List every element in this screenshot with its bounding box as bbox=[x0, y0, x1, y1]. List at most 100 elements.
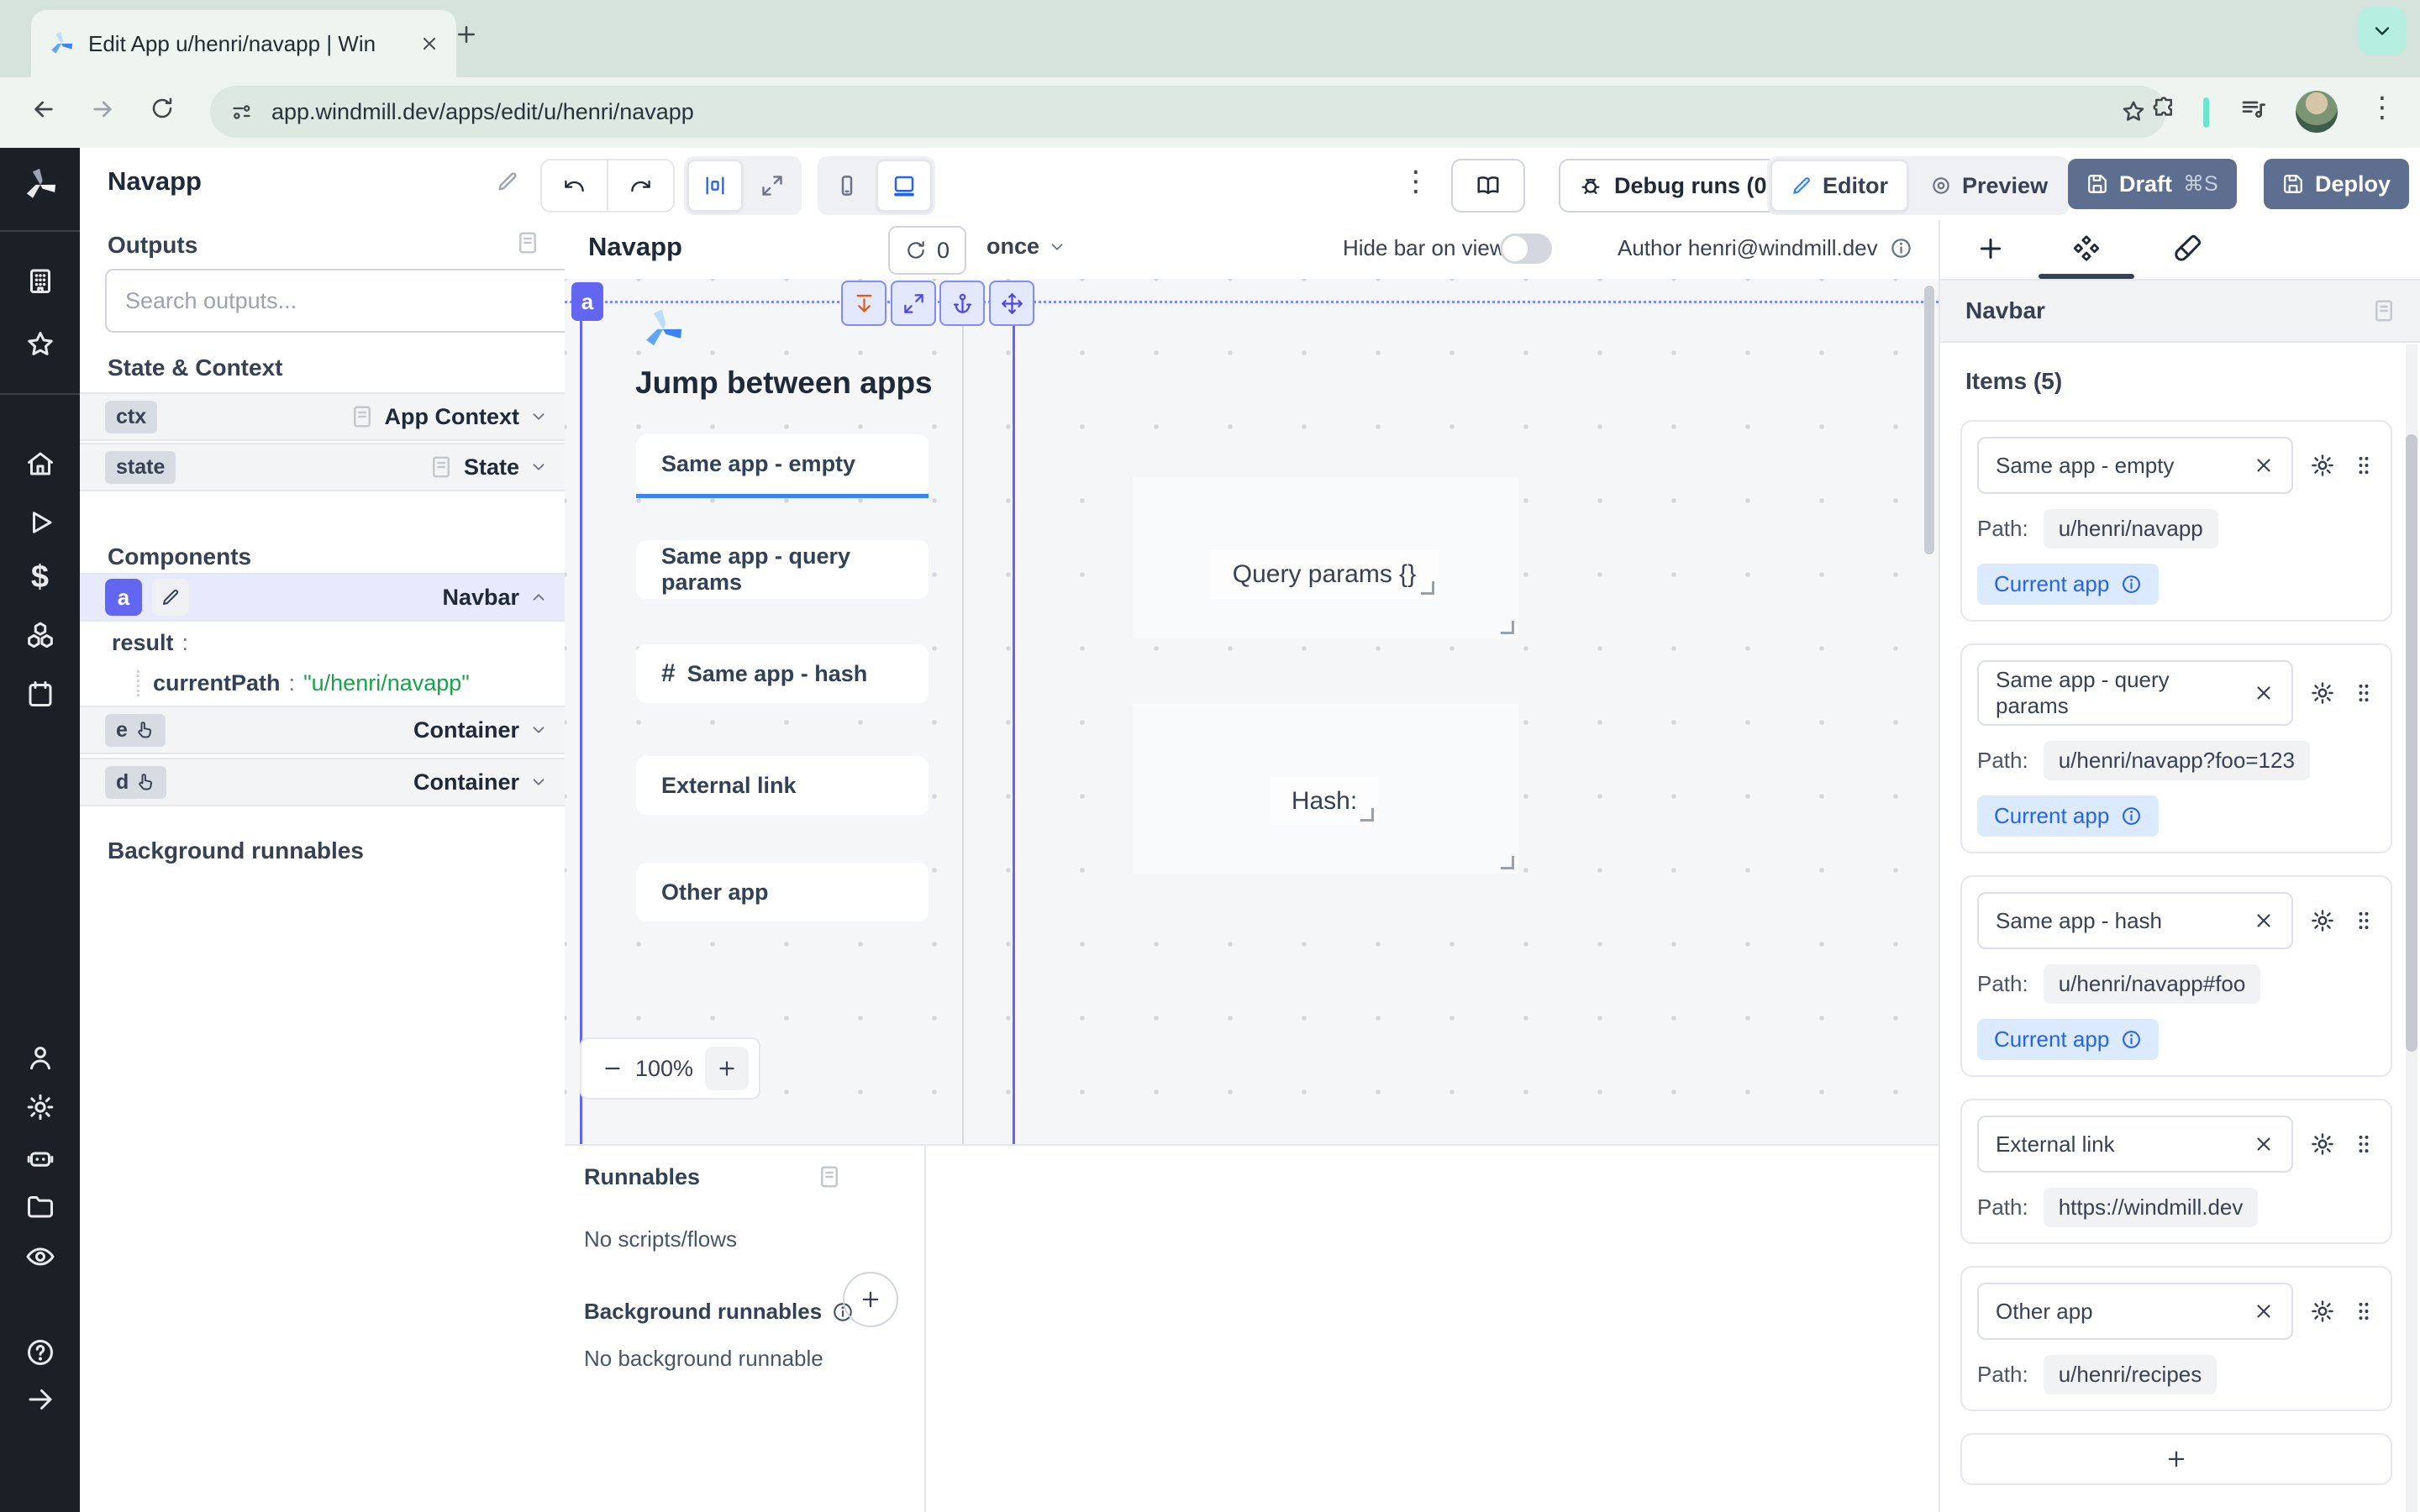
remove-item-icon[interactable] bbox=[2253, 910, 2275, 932]
navbar-chevron-icon[interactable] bbox=[529, 588, 548, 606]
current-app-info-icon[interactable] bbox=[2121, 806, 2142, 827]
expand-rail-icon[interactable] bbox=[0, 1384, 80, 1415]
back-icon[interactable] bbox=[30, 96, 57, 123]
state-row[interactable]: state State bbox=[80, 443, 565, 491]
audit-eye-icon[interactable] bbox=[0, 1242, 80, 1272]
folders-icon[interactable] bbox=[0, 1191, 80, 1221]
rename-pencil-icon[interactable] bbox=[496, 170, 519, 193]
variables-icon[interactable]: $ bbox=[0, 561, 80, 593]
item-label-field[interactable]: Same app - empty bbox=[1977, 437, 2293, 494]
container-d-chevron-icon[interactable] bbox=[529, 773, 548, 791]
item-label-field[interactable]: External link bbox=[1977, 1116, 2293, 1173]
runnables-doc-icon[interactable] bbox=[817, 1164, 842, 1189]
scroll-into-view-handle[interactable] bbox=[841, 281, 886, 326]
nav-button-other-app[interactable]: Other app bbox=[636, 863, 929, 921]
bookmark-star-icon[interactable] bbox=[2121, 99, 2146, 124]
expand-handle[interactable] bbox=[891, 281, 936, 326]
move-handle[interactable] bbox=[989, 281, 1034, 326]
workers-robot-icon[interactable] bbox=[0, 1143, 80, 1173]
url-bar[interactable]: app.windmill.dev/apps/edit/u/henri/navap… bbox=[210, 86, 2166, 138]
item-drag-handle-icon[interactable] bbox=[2352, 909, 2375, 932]
remove-item-icon[interactable] bbox=[2253, 682, 2275, 704]
resize-corner-icon[interactable] bbox=[1360, 808, 1374, 822]
runs-icon[interactable] bbox=[0, 507, 80, 538]
nav-button-external-link[interactable]: External link bbox=[636, 756, 929, 815]
item-drag-handle-icon[interactable] bbox=[2352, 454, 2375, 477]
hide-bar-toggle[interactable] bbox=[1500, 234, 1552, 264]
tab-close-icon[interactable] bbox=[419, 34, 439, 54]
remove-item-icon[interactable] bbox=[2253, 1300, 2275, 1322]
redo-button[interactable] bbox=[607, 160, 673, 211]
debug-runs-button[interactable]: Debug runs (0) bbox=[1559, 159, 1795, 213]
ctx-chevron-icon[interactable] bbox=[529, 407, 548, 426]
nav-button-same-app-empty[interactable]: Same app - empty bbox=[636, 434, 929, 493]
reload-icon[interactable] bbox=[150, 96, 175, 121]
forward-icon[interactable] bbox=[89, 96, 116, 123]
undo-button[interactable] bbox=[542, 160, 607, 211]
site-settings-icon[interactable] bbox=[230, 101, 253, 123]
browser-tab[interactable]: Edit App u/henri/navapp | Win bbox=[31, 10, 456, 77]
mobile-view-button[interactable] bbox=[821, 161, 873, 210]
resize-corner-icon[interactable] bbox=[1421, 581, 1434, 595]
add-background-runnable-button[interactable] bbox=[843, 1272, 898, 1327]
item-drag-handle-icon[interactable] bbox=[2352, 1299, 2375, 1323]
component-row-navbar[interactable]: a Navbar bbox=[80, 573, 565, 622]
item-drag-handle-icon[interactable] bbox=[2352, 1132, 2375, 1156]
query-params-container[interactable]: Query params {} bbox=[1133, 477, 1518, 638]
favorites-icon[interactable] bbox=[0, 329, 80, 360]
windmill-logo-icon[interactable] bbox=[0, 166, 80, 203]
item-settings-icon[interactable] bbox=[2310, 453, 2335, 478]
centered-layout-button[interactable] bbox=[687, 160, 743, 212]
zoom-out-button[interactable] bbox=[602, 1058, 623, 1079]
docs-button[interactable] bbox=[1451, 159, 1525, 213]
fullwidth-layout-button[interactable] bbox=[746, 161, 798, 210]
item-label-field[interactable]: Same app - hash bbox=[1977, 892, 2293, 949]
hash-container[interactable]: Hash: bbox=[1133, 704, 1518, 874]
tab-settings[interactable] bbox=[2071, 234, 2102, 264]
resources-icon[interactable] bbox=[0, 620, 80, 650]
profile-avatar[interactable] bbox=[2296, 91, 2338, 133]
settings-gear-icon[interactable] bbox=[0, 1092, 80, 1122]
editor-mode-button[interactable]: Editor bbox=[1770, 160, 1908, 212]
navbar-edit-pencil-icon[interactable] bbox=[152, 579, 189, 616]
add-navbar-item-button[interactable] bbox=[1960, 1433, 2392, 1485]
container-e-chevron-icon[interactable] bbox=[529, 721, 548, 739]
draft-button[interactable]: Draft ⌘S bbox=[2068, 159, 2237, 209]
hash-text-box[interactable]: Hash: bbox=[1270, 777, 1378, 826]
schedules-icon[interactable] bbox=[0, 679, 80, 709]
window-chevron-button[interactable] bbox=[2358, 7, 2407, 55]
nav-button-hash[interactable]: #Same app - hash bbox=[636, 644, 929, 703]
component-row-container-d[interactable]: d Container bbox=[80, 758, 565, 806]
browser-menu-icon[interactable]: ⋮ bbox=[2368, 91, 2396, 124]
media-controls-icon[interactable] bbox=[2240, 96, 2267, 123]
outputs-doc-icon[interactable] bbox=[515, 230, 540, 255]
preview-mode-button[interactable]: Preview bbox=[1912, 161, 2066, 210]
tab-insert[interactable] bbox=[1975, 234, 2006, 264]
app-canvas[interactable]: a Jump between apps Same app - empty Sam… bbox=[565, 279, 1939, 1144]
current-app-info-icon[interactable] bbox=[2121, 574, 2142, 595]
extensions-icon[interactable] bbox=[2151, 96, 2176, 121]
zoom-in-button[interactable] bbox=[705, 1047, 749, 1090]
item-label-field[interactable]: Other app bbox=[1977, 1283, 2293, 1340]
canvas-scrollbar[interactable] bbox=[1924, 286, 1934, 554]
deploy-button[interactable]: Deploy bbox=[2264, 159, 2409, 209]
more-options-icon[interactable]: ⋮ bbox=[1402, 165, 1430, 198]
item-drag-handle-icon[interactable] bbox=[2352, 681, 2375, 705]
anchor-handle[interactable] bbox=[939, 281, 985, 326]
current-app-info-icon[interactable] bbox=[2121, 1029, 2142, 1050]
panel-scrollbar-thumb[interactable] bbox=[2406, 434, 2417, 1052]
desktop-view-button[interactable] bbox=[876, 160, 932, 212]
help-icon[interactable] bbox=[0, 1337, 80, 1368]
item-settings-icon[interactable] bbox=[2310, 1131, 2335, 1157]
workspace-icon[interactable] bbox=[0, 265, 80, 296]
search-outputs-input[interactable]: Search outputs... bbox=[105, 269, 580, 333]
tab-styling[interactable] bbox=[2172, 234, 2202, 264]
item-settings-icon[interactable] bbox=[2310, 1299, 2335, 1324]
remove-item-icon[interactable] bbox=[2253, 454, 2275, 476]
refresh-button[interactable]: 0 bbox=[888, 226, 966, 275]
item-label-field[interactable]: Same app - query params bbox=[1977, 660, 2293, 726]
resize-corner-icon[interactable] bbox=[1501, 856, 1514, 869]
component-row-container-e[interactable]: e Container bbox=[80, 706, 565, 754]
author-info-icon[interactable] bbox=[1890, 237, 1912, 260]
nav-button-query-params[interactable]: Same app - query params bbox=[636, 540, 929, 599]
